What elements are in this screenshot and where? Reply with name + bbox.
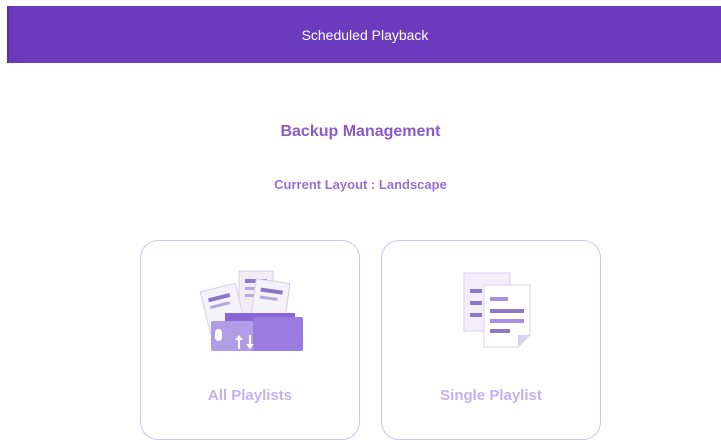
single-playlist-card[interactable]: Single Playlist [381, 240, 601, 440]
all-playlists-label: All Playlists [207, 387, 293, 404]
app-header: Scheduled Playback [9, 6, 721, 63]
documents-icon [463, 272, 531, 348]
header-title: Scheduled Playback [301, 26, 429, 43]
single-playlist-label: Single Playlist [440, 387, 542, 404]
all-playlists-card[interactable]: All Playlists [140, 240, 360, 440]
folder-files-transfer-icon [199, 270, 303, 351]
page-title: Backup Management [280, 123, 441, 140]
current-layout-text: Current Layout : Landscape [274, 177, 447, 192]
